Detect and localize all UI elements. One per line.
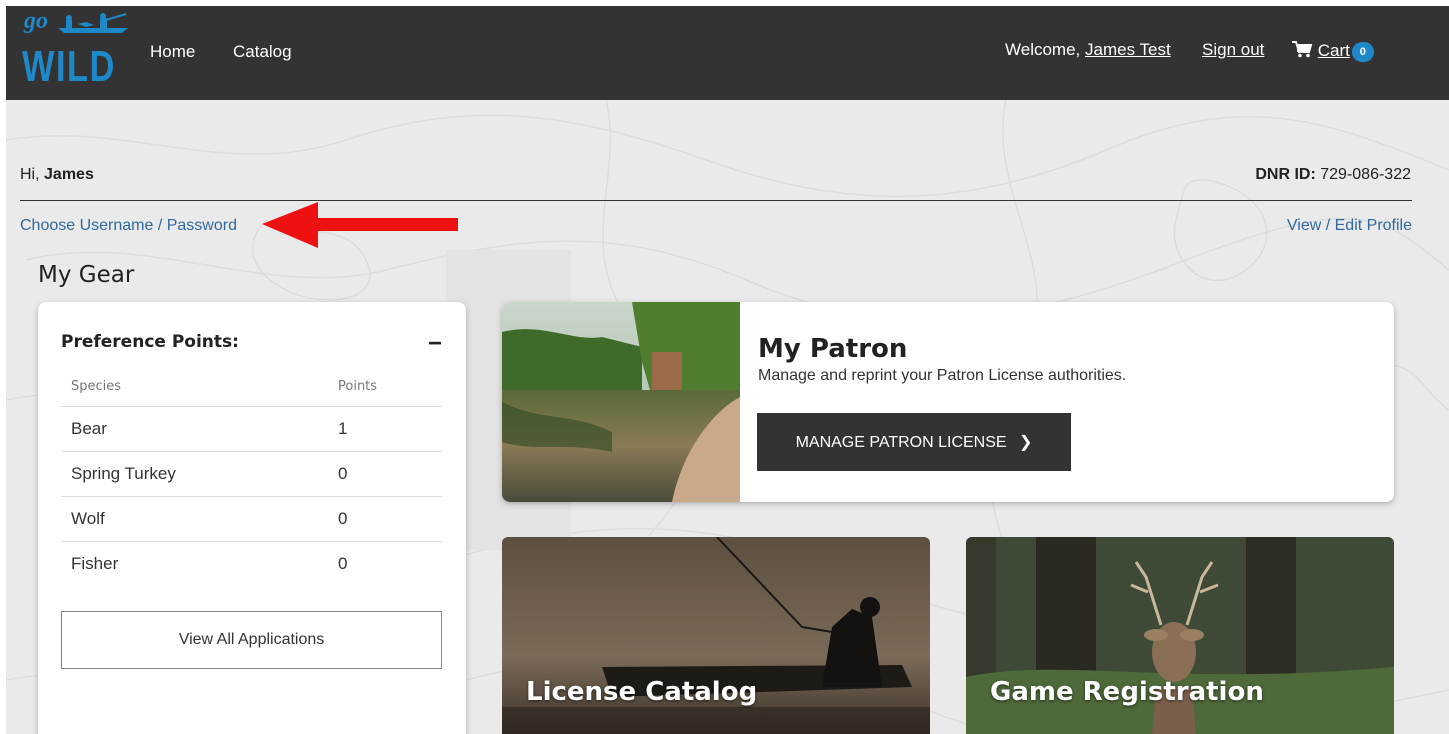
species-cell: Spring Turkey xyxy=(61,451,328,497)
gowild-logo[interactable]: go WILD xyxy=(20,8,130,91)
top-nav-bar: go WILD Home Catalog Welcome, James Test… xyxy=(6,6,1449,100)
view-edit-profile-link[interactable]: View / Edit Profile xyxy=(1287,217,1412,235)
profile-divider xyxy=(20,200,1412,201)
dnr-id-label: DNR ID: xyxy=(1255,166,1316,183)
logo-wild-text: WILD xyxy=(22,42,116,91)
page-frame: go WILD Home Catalog Welcome, James Test… xyxy=(6,6,1449,734)
species-cell: Fisher xyxy=(71,553,119,573)
user-welcome: Welcome, James Test xyxy=(1005,40,1171,60)
annotation-arrow-icon xyxy=(262,202,458,248)
points-cell: 0 xyxy=(328,496,442,542)
choose-username-password-link[interactable]: Choose Username / Password xyxy=(20,217,237,235)
collapse-icon[interactable]: − xyxy=(428,330,442,358)
license-catalog-tile[interactable]: License Catalog xyxy=(502,537,930,734)
table-row: Bear 1 xyxy=(61,406,442,452)
table-row: Fisher 0 xyxy=(61,541,442,586)
dnr-id: DNR ID: 729-086-322 xyxy=(1255,166,1411,184)
license-catalog-label: License Catalog xyxy=(526,677,758,707)
points-cell: 0 xyxy=(338,553,348,573)
greeting-prefix: Hi, xyxy=(20,166,40,183)
view-all-applications-button[interactable]: View All Applications xyxy=(61,611,442,669)
game-registration-tile[interactable]: Game Registration xyxy=(966,537,1394,734)
my-patron-card: My Patron Manage and reprint your Patron… xyxy=(502,302,1394,502)
dnr-id-value: 729-086-322 xyxy=(1320,166,1411,183)
logo-go-text: go xyxy=(24,8,48,34)
column-header-species: Species xyxy=(61,368,328,407)
greeting-name: James xyxy=(44,166,94,183)
sign-out-container: Sign out xyxy=(1202,40,1264,60)
preference-points-title: Preference Points: xyxy=(61,332,239,352)
cart-link[interactable]: Cart 0 xyxy=(1291,40,1374,62)
welcome-prefix: Welcome, xyxy=(1005,40,1081,59)
my-patron-description: Manage and reprint your Patron License a… xyxy=(758,367,1127,384)
species-cell: Bear xyxy=(61,406,328,452)
user-name-link[interactable]: James Test xyxy=(1085,40,1171,59)
table-row: Spring Turkey 0 xyxy=(61,451,442,497)
table-row: Wolf 0 xyxy=(61,496,442,542)
preference-points-table: Species Points Bear 1 Spring Turkey 0 Wo… xyxy=(61,368,442,586)
table-header-row: Species Points xyxy=(61,368,442,407)
cart-icon xyxy=(1292,41,1313,58)
game-registration-label: Game Registration xyxy=(990,677,1264,707)
boat-hunter-logo-icon xyxy=(58,13,128,33)
greeting: Hi, James xyxy=(20,166,94,184)
manage-patron-license-label: MANAGE PATRON LICENSE xyxy=(795,434,1007,451)
cart-label: Cart xyxy=(1317,41,1350,60)
cart-count-badge: 0 xyxy=(1351,41,1374,62)
chevron-right-icon: ❯ xyxy=(1019,434,1033,451)
nav-catalog-link[interactable]: Catalog xyxy=(233,42,292,62)
points-cell: 0 xyxy=(328,451,442,497)
my-patron-title: My Patron xyxy=(758,334,908,364)
manage-patron-license-button[interactable]: MANAGE PATRON LICENSE ❯ xyxy=(757,413,1071,471)
preference-points-card: Preference Points: − Species Points Bear… xyxy=(38,302,466,734)
column-header-points: Points xyxy=(328,368,442,407)
nav-home-link[interactable]: Home xyxy=(150,42,195,62)
river-photo xyxy=(502,302,740,502)
species-cell: Wolf xyxy=(61,496,328,542)
points-cell: 1 xyxy=(328,406,442,452)
my-gear-title: My Gear xyxy=(38,262,135,288)
sign-out-link[interactable]: Sign out xyxy=(1202,40,1264,59)
